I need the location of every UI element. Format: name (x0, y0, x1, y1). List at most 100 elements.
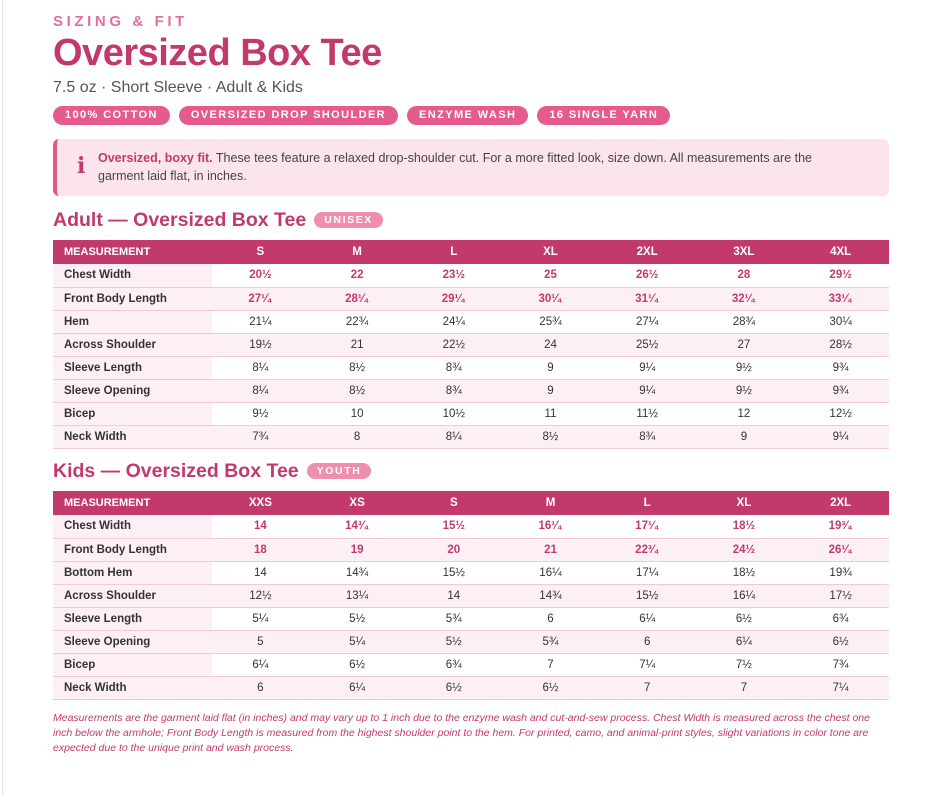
measurement-value: 12½ (792, 402, 889, 426)
measurement-label: Bicep (53, 653, 213, 677)
measurement-label: Bicep (53, 402, 213, 426)
table-row: Across Shoulder 12½ 13¼ 14 14¾ 15½ 16¼ 17½ (53, 584, 889, 608)
kids-size-table: MEASUREMENT XXS XS S M L XL 2XL Chest Width 14 14³… (53, 491, 889, 700)
measurement-value: 24 (502, 333, 599, 357)
measurement-value: 8¾ (598, 425, 696, 449)
measurement-label: Front Body Length (53, 287, 213, 311)
measurement-value: 30¼ (792, 310, 889, 334)
adult-section-heading: Adult — Oversized Box Tee (53, 209, 307, 231)
measurement-label: Neck Width (53, 425, 213, 449)
measurement-value: 6¾ (405, 653, 503, 677)
table-row: Sleeve Length 5¼ 5½ 5¾ 6 6¼ 6½ 6¾ (53, 607, 889, 631)
table-row: Across Shoulder 19½ 21 22½ 24 25½ 27 28½ (53, 333, 889, 357)
page-edge-line (2, 0, 3, 796)
measurement-value: 17¹⁄₄ (598, 515, 696, 539)
table-row: Neck Width 7¾ 8 8¼ 8½ 8¾ 9 9¼ (53, 425, 889, 449)
measurement-value: 11½ (598, 402, 696, 426)
measurement-value: 6 (598, 630, 696, 654)
measurement-value: 21 (308, 333, 406, 357)
measurement-value: 19³⁄₄ (792, 515, 889, 539)
measurement-value: 8 (308, 425, 406, 449)
measurement-value: 9½ (695, 356, 793, 380)
measurement-value: 8¾ (405, 356, 503, 380)
adult-section-title: Adult — Oversized Box Tee UNISEX (53, 209, 383, 232)
measurement-value: 22³⁄₄ (598, 538, 696, 562)
measurement-value: 6 (502, 607, 599, 631)
tag-cotton: 100% COTTON (53, 106, 170, 125)
measurement-value: 27¼ (598, 310, 696, 334)
measurement-value: 9 (502, 379, 599, 403)
measurement-value: 5 (212, 630, 309, 654)
measurement-value: 24½ (695, 538, 793, 562)
measurement-label: Across Shoulder (53, 333, 213, 357)
measurement-value: 5¾ (502, 630, 599, 654)
measurement-value: 21¼ (212, 310, 309, 334)
measurement-value: 17¼ (598, 561, 696, 585)
measurement-label: Front Body Length (53, 538, 213, 562)
size-header: 2XL (598, 240, 696, 264)
measurement-value: 6¼ (695, 630, 793, 654)
measurement-value: 11 (502, 402, 599, 426)
measurement-value: 5½ (405, 630, 503, 654)
measurement-value: 8¼ (212, 356, 309, 380)
table-row: Chest Width 14 14³⁄₄ 15½ 16¹⁄₄ 17¹⁄₄ 18½ 19³⁄₄ (53, 515, 889, 539)
measurement-value: 30¹⁄₄ (502, 287, 599, 311)
measurement-value: 29½ (792, 264, 889, 288)
measurement-value: 28 (695, 264, 793, 288)
measurement-label: Sleeve Length (53, 607, 213, 631)
measurement-value: 15½ (405, 561, 503, 585)
measurement-value: 6½ (792, 630, 889, 654)
measurement-value: 16¼ (695, 584, 793, 608)
measurement-value: 6½ (502, 676, 599, 700)
page-subtitle: 7.5 oz · Short Sleeve · Adult & Kids (53, 79, 303, 96)
measurement-value: 22¾ (308, 310, 406, 334)
measurement-value: 5¼ (308, 630, 406, 654)
size-header: S (212, 240, 309, 264)
measurement-value: 14³⁄₄ (308, 515, 406, 539)
size-header: XL (695, 491, 793, 515)
measurement-value: 7¼ (792, 676, 889, 700)
measurement-value: 13¼ (308, 584, 406, 608)
tag-enzyme-wash: ENZYME WASH (407, 106, 529, 125)
kids-section-title: Kids — Oversized Box Tee YOUTH (53, 460, 372, 483)
measurement-value: 26½ (598, 264, 696, 288)
measurement-value: 19¾ (792, 561, 889, 585)
measurement-value: 24¼ (405, 310, 503, 334)
measurement-value: 8½ (502, 425, 599, 449)
measurement-value: 20 (405, 538, 503, 562)
size-header: XS (308, 491, 406, 515)
unisex-badge: UNISEX (314, 212, 383, 228)
measurement-value: 18½ (695, 561, 793, 585)
measurement-value: 9 (695, 425, 793, 449)
size-header: M (308, 240, 406, 264)
size-header: XL (502, 240, 599, 264)
measurement-value: 6½ (695, 607, 793, 631)
measurement-value: 8¾ (405, 379, 503, 403)
measurement-value: 8½ (308, 379, 406, 403)
info-icon: i (77, 153, 86, 179)
measurement-value: 6¾ (792, 607, 889, 631)
table-row: Bottom Hem 14 14¾ 15½ 16¼ 17¼ 18½ 19¾ (53, 561, 889, 585)
measurement-label: Neck Width (53, 676, 213, 700)
measurement-value: 9 (502, 356, 599, 380)
fit-note-text: Oversized, boxy fit. These tees feature … (98, 149, 858, 185)
measurement-value: 20½ (212, 264, 309, 288)
measurement-value: 25 (502, 264, 599, 288)
measurement-value: 5¼ (212, 607, 309, 631)
measurement-value: 18 (212, 538, 309, 562)
measurement-value: 26¹⁄₄ (792, 538, 889, 562)
size-header: M (502, 491, 599, 515)
size-header: L (598, 491, 696, 515)
measurement-value: 5½ (308, 607, 406, 631)
measurement-value: 7 (502, 653, 599, 677)
size-header: 3XL (695, 240, 793, 264)
measurement-value: 25½ (598, 333, 696, 357)
measurement-label: Hem (53, 310, 213, 334)
measurement-value: 27¹⁄₄ (212, 287, 309, 311)
measurement-value: 7 (598, 676, 696, 700)
measurement-value: 15½ (405, 515, 503, 539)
measurement-value: 12½ (212, 584, 309, 608)
measurement-value: 28¾ (695, 310, 793, 334)
measurement-value: 7½ (695, 653, 793, 677)
table-row: Front Body Length 18 19 20 21 22³⁄₄ 24½ 26¹⁄₄ (53, 538, 889, 562)
